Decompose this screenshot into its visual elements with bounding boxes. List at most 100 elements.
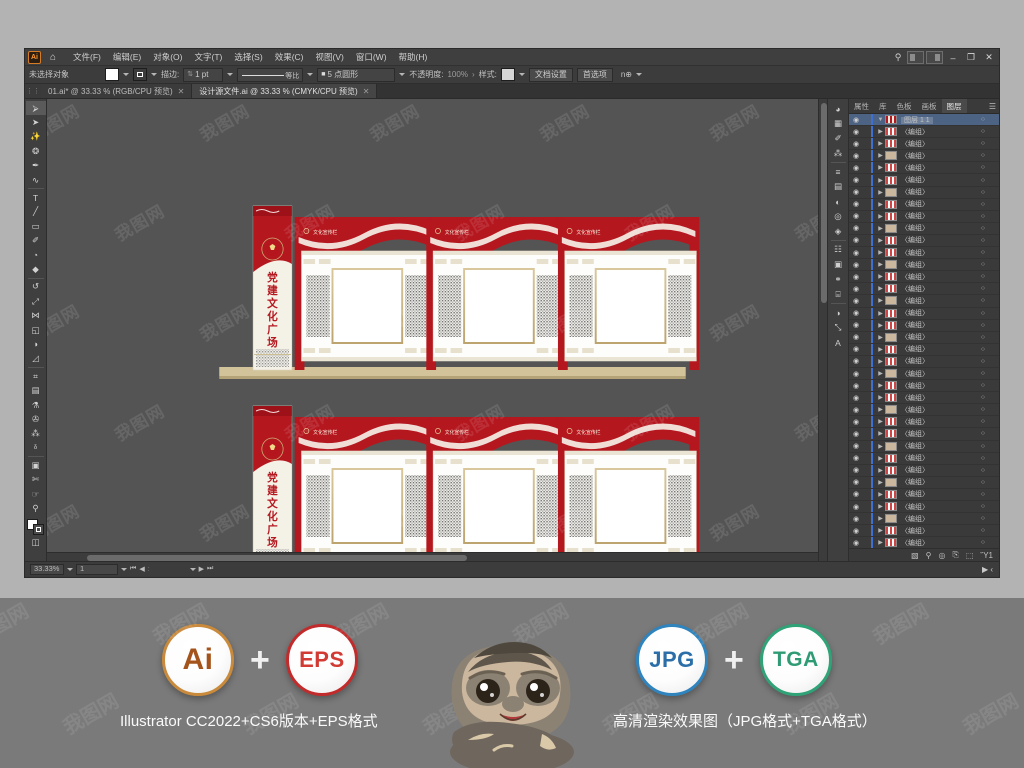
pen-tool[interactable]: ✒	[26, 159, 46, 173]
eye-icon[interactable]: ◉	[849, 176, 863, 184]
style-chevron-down-icon[interactable]	[518, 73, 525, 76]
layer-row[interactable]: ◉ ▶ 〈编组〉 ○	[849, 488, 999, 501]
layer-row-root[interactable]: ◉ ▼ 图层 1 1 ○	[849, 114, 999, 127]
layer-row[interactable]: ◉ ▶ 〈编组〉 ○	[849, 210, 999, 223]
target-circle-icon[interactable]: ○	[975, 418, 991, 425]
gradient-icon[interactable]: ▤	[829, 179, 848, 194]
layer-row[interactable]: ◉ ▶ 〈编组〉 ○	[849, 331, 999, 344]
layer-name[interactable]: 〈编组〉	[901, 127, 975, 137]
brush-chevron-down-icon[interactable]	[399, 73, 406, 76]
type-tool[interactable]: T	[26, 190, 46, 204]
layer-name[interactable]: 〈编组〉	[901, 429, 975, 439]
chevron-right-icon[interactable]: ▶	[876, 527, 885, 534]
stroke-profile-chevron-down-icon[interactable]	[307, 73, 314, 76]
chevron-right-icon[interactable]: ▶	[876, 225, 885, 232]
character-icon[interactable]: A	[829, 335, 848, 350]
layer-row[interactable]: ◉ ▶ 〈编组〉 ○	[849, 416, 999, 429]
eye-icon[interactable]: ◉	[849, 297, 863, 305]
zoom-tool[interactable]: ⚲	[26, 502, 46, 516]
canvas-vertical-scrollbar[interactable]	[818, 99, 827, 561]
stroke-profile-preview[interactable]: 等比	[237, 67, 304, 82]
menu-item-3[interactable]: 文字(T)	[188, 50, 228, 65]
eye-icon[interactable]: ◉	[849, 370, 863, 378]
panel-menu-icon[interactable]: ☰	[989, 102, 996, 111]
layer-name[interactable]: 〈编组〉	[901, 320, 975, 330]
target-circle-icon[interactable]: ○	[975, 128, 991, 135]
eyedropper-tool[interactable]: ⚗	[26, 398, 46, 412]
layer-row[interactable]: ◉ ▶ 〈编组〉 ○	[849, 501, 999, 514]
target-circle-icon[interactable]: ○	[975, 334, 991, 341]
chevron-right-icon[interactable]: ▶	[876, 213, 885, 220]
minimize-button[interactable]: –	[945, 51, 961, 65]
layer-name[interactable]: 〈编组〉	[901, 211, 975, 221]
stroke-icon[interactable]: ≡	[829, 164, 848, 179]
chevron-right-icon[interactable]: ▶	[876, 491, 885, 498]
eye-icon[interactable]: ◉	[849, 285, 863, 293]
opacity-chevron-icon[interactable]: ›	[472, 70, 475, 79]
eye-icon[interactable]: ◉	[849, 321, 863, 329]
layer-row[interactable]: ◉ ▶ 〈编组〉 ○	[849, 440, 999, 453]
zoom-chevron-down-icon[interactable]	[67, 567, 73, 571]
eye-icon[interactable]: ◉	[849, 527, 863, 535]
brushes-icon[interactable]: ✐	[829, 131, 848, 146]
layer-row[interactable]: ◉ ▶ 〈编组〉 ○	[849, 186, 999, 199]
layer-name[interactable]: 〈编组〉	[901, 187, 975, 197]
transparency-icon[interactable]: ◐	[829, 194, 848, 209]
layer-row[interactable]: ◉ ▶ 〈编组〉 ○	[849, 404, 999, 417]
slice-tool[interactable]: ✄	[26, 473, 46, 487]
align-icon[interactable]: ⌸	[829, 287, 848, 302]
target-circle-icon[interactable]: ○	[975, 527, 991, 534]
brush-definition-dropdown[interactable]: ■ 5 点圆形	[317, 67, 396, 82]
target-circle-icon[interactable]: ○	[975, 467, 991, 474]
layer-row[interactable]: ◉ ▶ 〈编组〉 ○	[849, 174, 999, 187]
eye-icon[interactable]: ◉	[849, 357, 863, 365]
new-sublayer-icon[interactable]: ⎘	[953, 550, 959, 560]
layer-row[interactable]: ◉ ▶ 〈编组〉 ○	[849, 380, 999, 393]
target-circle-icon[interactable]: ○	[975, 140, 991, 147]
new-layer-icon[interactable]: ⬚	[966, 551, 974, 560]
layer-row[interactable]: ◉ ▶ 〈编组〉 ○	[849, 283, 999, 296]
appearance-icon[interactable]: ◎	[829, 209, 848, 224]
layer-name[interactable]: 〈编组〉	[901, 163, 975, 173]
layer-row[interactable]: ◉ ▶ 〈编组〉 ○	[849, 525, 999, 538]
target-circle-icon[interactable]: ○	[975, 116, 991, 123]
gradient-tool[interactable]: ▤	[26, 383, 46, 397]
target-circle-icon[interactable]: ○	[975, 430, 991, 437]
chevron-right-icon[interactable]: ▶	[876, 334, 885, 341]
layer-name[interactable]: 〈编组〉	[901, 393, 975, 403]
chevron-right-icon[interactable]: ▶	[876, 467, 885, 474]
chevron-right-icon[interactable]: ▶	[876, 418, 885, 425]
close-button[interactable]: ✕	[981, 51, 997, 65]
chevron-right-icon[interactable]: ▶	[876, 249, 885, 256]
layer-row[interactable]: ◉ ▶ 〈编组〉 ○	[849, 343, 999, 356]
arrange-documents-button[interactable]	[926, 51, 943, 64]
chevron-right-icon[interactable]: ▶	[876, 479, 885, 486]
horizontal-scroll-thumb[interactable]	[87, 554, 467, 561]
eye-icon[interactable]: ◉	[849, 249, 863, 257]
eye-icon[interactable]: ◉	[849, 406, 863, 414]
scale-tool[interactable]: ⤢	[26, 294, 46, 308]
layer-row[interactable]: ◉ ▶ 〈编组〉 ○	[849, 307, 999, 320]
target-circle-icon[interactable]: ○	[975, 455, 991, 462]
nav-next-icon[interactable]: ▶	[199, 565, 204, 573]
target-circle-icon[interactable]: ○	[975, 491, 991, 498]
eye-icon[interactable]: ◉	[849, 490, 863, 498]
vertical-scroll-thumb[interactable]	[820, 103, 827, 303]
target-circle-icon[interactable]: ○	[975, 443, 991, 450]
symbol-sprayer-tool[interactable]: ⁂	[26, 427, 46, 441]
layer-name[interactable]: 〈编组〉	[901, 502, 975, 512]
pathfinder-icon[interactable]: ◑	[829, 305, 848, 320]
chevron-right-icon[interactable]: ▶	[876, 455, 885, 462]
nav-first-icon[interactable]: ⏮	[130, 565, 136, 573]
layer-row[interactable]: ◉ ▶ 〈编组〉 ○	[849, 162, 999, 175]
menu-item-5[interactable]: 效果(C)	[269, 50, 310, 65]
eye-icon[interactable]: ◉	[849, 382, 863, 390]
layer-name[interactable]: 〈编组〉	[901, 526, 975, 536]
target-circle-icon[interactable]: ○	[975, 382, 991, 389]
target-circle-icon[interactable]: ○	[975, 177, 991, 184]
layer-row[interactable]: ◉ ▶ 〈编组〉 ○	[849, 319, 999, 332]
close-icon[interactable]: ✕	[178, 87, 185, 96]
panel-tab-0[interactable]: 属性	[849, 99, 874, 113]
layer-name[interactable]: 〈编组〉	[901, 417, 975, 427]
layer-name[interactable]: 〈编组〉	[901, 369, 975, 379]
